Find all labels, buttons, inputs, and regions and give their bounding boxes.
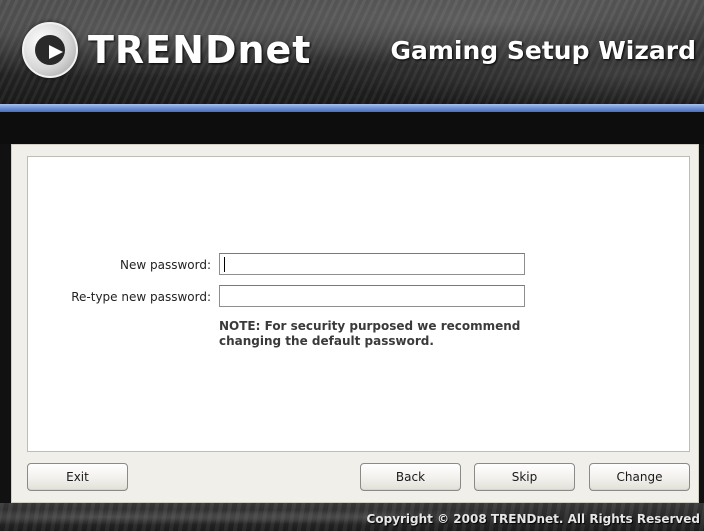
brand-logo: TRENDnet: [22, 22, 311, 78]
new-password-field[interactable]: [219, 253, 525, 275]
brand-name: TRENDnet: [88, 28, 312, 72]
new-password-input[interactable]: [220, 255, 524, 275]
new-password-label: New password:: [119, 258, 211, 272]
header-divider-band: [0, 112, 704, 144]
exit-button[interactable]: Exit: [27, 463, 128, 491]
back-button[interactable]: Back: [360, 463, 461, 491]
retype-password-input[interactable]: [220, 287, 524, 307]
wizard-title: Gaming Setup Wizard: [390, 36, 696, 65]
retype-password-field[interactable]: [219, 285, 525, 307]
skip-button[interactable]: Skip: [474, 463, 575, 491]
copyright-text: Copyright © 2008 TRENDnet. All Rights Re…: [366, 512, 700, 526]
security-note: NOTE: For security purposed we recommend…: [219, 319, 521, 348]
footer-banner: Copyright © 2008 TRENDnet. All Rights Re…: [0, 503, 704, 531]
header-banner: TRENDnet Gaming Setup Wizard: [0, 0, 704, 104]
change-button[interactable]: Change: [589, 463, 690, 491]
accent-bar: [0, 104, 704, 112]
text-caret: [224, 257, 225, 272]
trendnet-logo-icon: [22, 22, 78, 78]
retype-password-label: Re-type new password:: [71, 290, 211, 304]
